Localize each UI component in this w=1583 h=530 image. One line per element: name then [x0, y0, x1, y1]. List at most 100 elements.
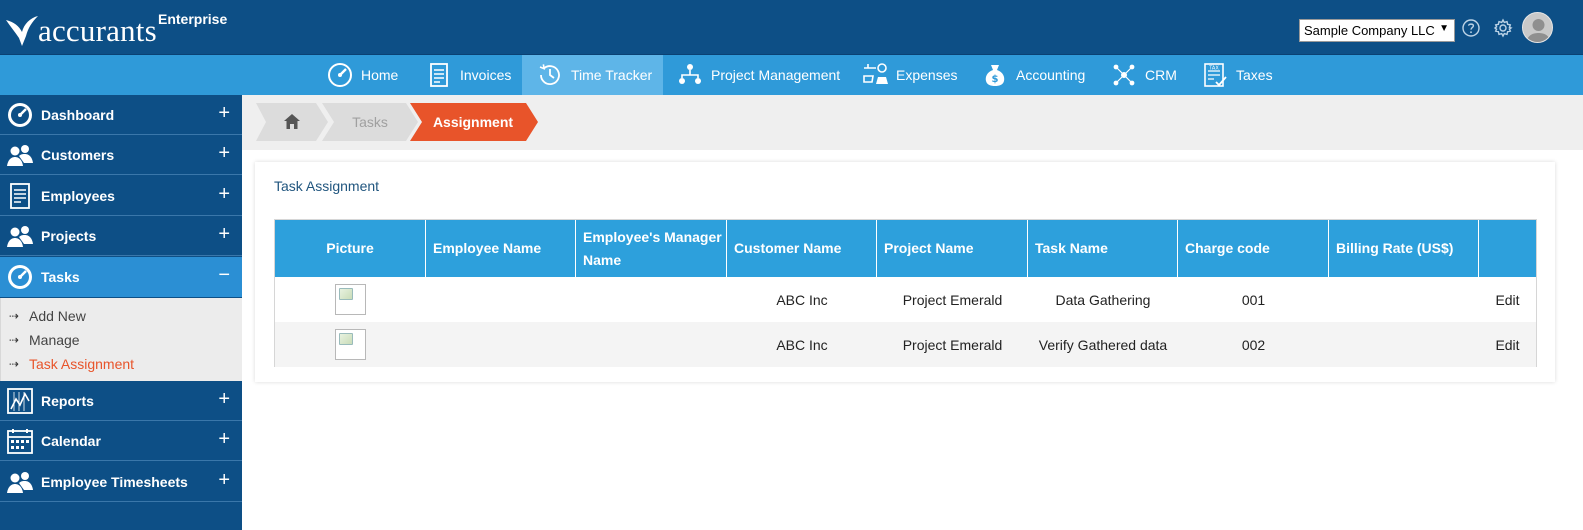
tax-form-icon: TAX [1204, 63, 1227, 87]
app-logo[interactable]: accurants [4, 12, 157, 48]
network-people-icon [1113, 64, 1135, 86]
top-header: accurants Enterprise Sample Company LLC … [0, 0, 1583, 55]
sidebar-item-label: Reports [41, 392, 94, 409]
logo-text: accurants [38, 13, 157, 48]
calendar-icon [7, 428, 33, 454]
sidebar: Dashboard + Customers + Employees + Proj… [0, 95, 242, 530]
picture-cell [275, 277, 426, 322]
task-assignment-card: Task Assignment Picture Employee Name Em… [255, 162, 1555, 382]
table-row: ABC Inc Project Emerald Data Gathering 0… [275, 277, 1536, 322]
submenu-manage[interactable]: ⇢ Manage [9, 330, 80, 350]
column-header-charge-code[interactable]: Charge code [1178, 220, 1329, 277]
expand-icon[interactable]: + [218, 224, 230, 244]
billing-rate-cell [1329, 322, 1479, 367]
expand-icon[interactable]: + [218, 470, 230, 490]
nav-taxes[interactable]: TAX Taxes [1202, 55, 1273, 95]
nav-home-label: Home [361, 67, 399, 83]
submenu-label: Manage [29, 332, 80, 348]
nav-expenses-label: Expenses [896, 67, 958, 83]
expand-icon[interactable]: + [218, 184, 230, 204]
submenu-label: Add New [29, 308, 86, 324]
nav-accounting[interactable]: $ Accounting [982, 55, 1085, 95]
sidebar-item-label: Employee Timesheets [41, 473, 188, 490]
breadcrumb-tasks[interactable]: Tasks [322, 103, 418, 141]
tasks-submenu: ⇢ Add New ⇢ Manage ⇢ Task Assignment [0, 298, 242, 381]
sidebar-item-label: Tasks [41, 268, 80, 285]
employee-name-cell [426, 322, 576, 367]
column-header-billing-rate[interactable]: Billing Rate (US$) [1329, 220, 1479, 277]
nav-invoices-label: Invoices [460, 67, 512, 83]
svg-text:$: $ [992, 74, 999, 85]
submenu-label: Task Assignment [29, 356, 135, 372]
sidebar-item-label: Dashboard [41, 106, 115, 123]
sidebar-item-reports[interactable]: Reports + [0, 381, 242, 421]
clock-history-icon [539, 64, 560, 85]
project-name-cell: Project Emerald [902, 336, 1003, 353]
column-header-actions [1479, 220, 1536, 277]
column-header-picture[interactable]: Picture [275, 220, 426, 277]
dashed-arrow-icon: ⇢ [9, 357, 20, 371]
dashed-arrow-icon: ⇢ [9, 333, 20, 347]
company-select[interactable]: Sample Company LLC ▼ [1299, 19, 1455, 42]
table-header: Picture Employee Name Employee's Manager… [275, 220, 1536, 277]
breadcrumb-assignment-label: Assignment [432, 114, 514, 130]
sidebar-item-label: Customers [41, 146, 115, 163]
expand-icon[interactable]: + [218, 103, 230, 123]
sidebar-item-employees[interactable]: Employees + [0, 176, 242, 216]
column-header-customer-name[interactable]: Customer Name [727, 220, 877, 277]
charge-code-cell: 002 [1241, 336, 1266, 353]
sidebar-item-employee-timesheets[interactable]: Employee Timesheets + [0, 462, 242, 502]
nav-home[interactable]: Home [327, 55, 398, 95]
edit-link[interactable]: Edit [1479, 322, 1536, 367]
people-icon [7, 471, 33, 493]
sidebar-item-label: Projects [41, 227, 97, 244]
page-title: Task Assignment [274, 178, 380, 194]
sidebar-item-calendar[interactable]: Calendar + [0, 421, 242, 461]
sidebar-item-label: Employees [41, 187, 115, 204]
collapse-icon[interactable]: − [218, 265, 230, 285]
nav-time-tracker[interactable]: Time Tracker [522, 55, 663, 95]
submenu-task-assignment[interactable]: ⇢ Task Assignment [9, 354, 134, 374]
charge-code-cell: 001 [1241, 291, 1266, 308]
table-row: ABC Inc Project Emerald Verify Gathered … [275, 322, 1536, 367]
dashed-arrow-icon: ⇢ [9, 309, 20, 323]
sidebar-item-projects[interactable]: Projects + [0, 216, 242, 256]
submenu-add-new[interactable]: ⇢ Add New [9, 306, 86, 326]
speedometer-icon [8, 102, 32, 127]
sidebar-item-tasks[interactable]: Tasks − [0, 257, 242, 297]
manager-name-cell [576, 277, 727, 322]
edition-label: Enterprise [158, 11, 228, 27]
column-header-employee-name[interactable]: Employee Name [426, 220, 576, 277]
nav-project-management-label: Project Management [711, 67, 841, 83]
breadcrumb: Tasks Assignment [242, 95, 1583, 150]
nav-accounting-label: Accounting [1016, 67, 1086, 83]
sidebar-item-customers[interactable]: Customers + [0, 135, 242, 175]
nav-expenses[interactable]: Expenses [862, 55, 957, 95]
speedometer-icon [8, 264, 32, 289]
column-header-manager-name[interactable]: Employee's Manager Name [576, 220, 727, 277]
user-avatar-icon[interactable] [1522, 12, 1553, 43]
breadcrumb-home[interactable] [256, 103, 328, 141]
customer-name-cell: ABC Inc [776, 291, 828, 308]
help-icon[interactable] [1461, 18, 1481, 38]
nav-project-management[interactable]: Project Management [677, 55, 840, 95]
expand-icon[interactable]: + [218, 389, 230, 409]
manager-name-cell [576, 322, 727, 367]
expand-icon[interactable]: + [218, 143, 230, 163]
task-name-cell: Verify Gathered data [1038, 336, 1168, 353]
nav-crm[interactable]: CRM [1111, 55, 1177, 95]
column-header-project-name[interactable]: Project Name [877, 220, 1028, 277]
svg-text:TAX: TAX [1208, 66, 1219, 72]
expand-icon[interactable]: + [218, 429, 230, 449]
column-header-task-name[interactable]: Task Name [1028, 220, 1178, 277]
gear-icon[interactable] [1493, 18, 1513, 38]
edit-link[interactable]: Edit [1479, 277, 1536, 322]
org-chart-icon [679, 64, 701, 84]
bird-logo-icon [6, 16, 38, 46]
breadcrumb-tasks-label: Tasks [352, 114, 388, 130]
chevron-down-icon: ▼ [1439, 23, 1449, 34]
sidebar-item-dashboard[interactable]: Dashboard + [0, 95, 242, 135]
task-assignment-table: Picture Employee Name Employee's Manager… [274, 219, 1537, 367]
nav-invoices[interactable]: Invoices [426, 55, 511, 95]
people-icon [7, 144, 33, 166]
